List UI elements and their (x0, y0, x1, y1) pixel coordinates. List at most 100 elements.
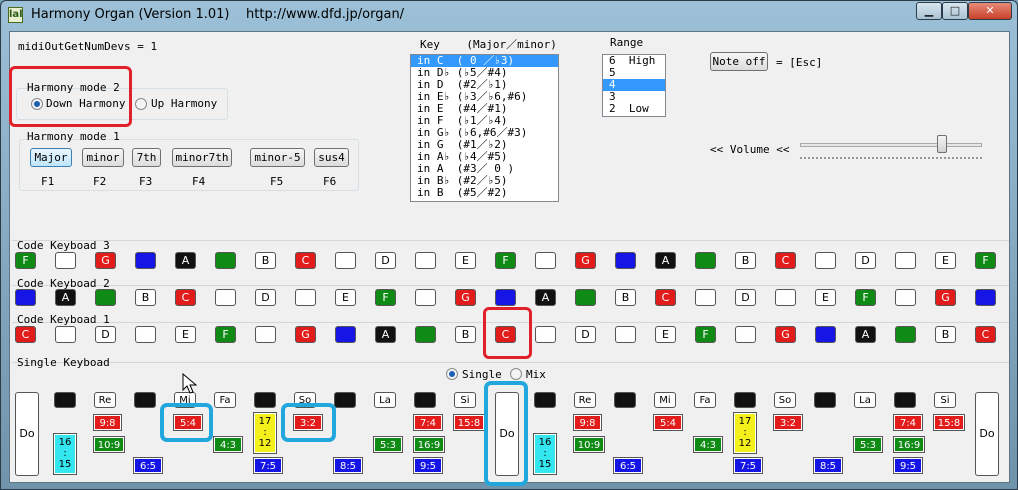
ratio-label[interactable]: 10:9 (573, 436, 605, 453)
code-key[interactable]: A (375, 326, 396, 343)
code-key[interactable]: D (575, 326, 596, 343)
code-key[interactable]: G (295, 326, 316, 343)
code-key[interactable]: B (935, 326, 956, 343)
ratio-label[interactable]: 16 : 15 (533, 433, 557, 475)
ratio-label[interactable]: 7:4 (893, 414, 923, 431)
black-key[interactable] (534, 392, 556, 408)
ratio-label[interactable]: 5:3 (853, 436, 883, 453)
code-key[interactable] (695, 289, 716, 306)
ratio-label[interactable]: 3:2 (773, 414, 803, 431)
minor-button[interactable]: minor (82, 148, 124, 167)
code-key[interactable] (495, 289, 516, 306)
code-key[interactable] (975, 289, 996, 306)
ratio-label[interactable]: 15:8 (933, 414, 965, 431)
mix-mode-radio[interactable] (510, 368, 522, 380)
minor7th-button[interactable]: minor7th (172, 148, 232, 167)
code-key[interactable] (215, 252, 236, 269)
code-key[interactable] (135, 326, 156, 343)
ratio-label[interactable]: 8:5 (813, 457, 843, 474)
code-key[interactable] (535, 326, 556, 343)
ratio-label[interactable]: 9:8 (93, 414, 122, 431)
black-key[interactable] (894, 392, 916, 408)
ratio-label[interactable]: 8:5 (333, 457, 363, 474)
code-key[interactable]: D (735, 289, 756, 306)
code-key[interactable]: F (855, 289, 876, 306)
code-key[interactable]: F (695, 326, 716, 343)
up-harmony-label[interactable]: Up Harmony (151, 97, 217, 110)
minor-5-button[interactable]: minor-5 (250, 148, 305, 167)
big-do-key[interactable]: Do (975, 392, 999, 476)
key-listbox[interactable]: in C ( 0 ／♭3) in D♭ (♭5／#4) in D (#2／♭1) in… (410, 54, 559, 202)
white-key[interactable]: Si (934, 392, 956, 408)
code-key[interactable]: D (95, 326, 116, 343)
code-key[interactable] (295, 289, 316, 306)
ratio-label[interactable]: 15:8 (453, 414, 485, 431)
ratio-label[interactable]: 6:5 (613, 457, 643, 474)
code-key[interactable]: C (775, 252, 796, 269)
ratio-label[interactable]: 6:5 (133, 457, 163, 474)
code-key[interactable] (415, 289, 436, 306)
code-key[interactable] (735, 326, 756, 343)
close-button[interactable]: ✕ (968, 2, 1012, 20)
code-key[interactable]: G (935, 289, 956, 306)
code-key[interactable] (95, 289, 116, 306)
code-key[interactable]: D (855, 252, 876, 269)
white-key[interactable]: La (374, 392, 396, 408)
black-key[interactable] (414, 392, 436, 408)
code-key[interactable] (695, 252, 716, 269)
major-button[interactable]: Major (30, 148, 72, 167)
code-key[interactable] (215, 289, 236, 306)
code-key[interactable] (15, 289, 36, 306)
code-key[interactable] (55, 252, 76, 269)
code-key[interactable]: A (855, 326, 876, 343)
code-key[interactable]: A (535, 289, 556, 306)
code-key[interactable]: G (95, 252, 116, 269)
code-key[interactable] (335, 326, 356, 343)
code-key[interactable] (255, 326, 276, 343)
code-key[interactable] (615, 326, 636, 343)
ratio-label[interactable]: 17 : 12 (253, 412, 277, 454)
black-key[interactable] (134, 392, 156, 408)
code-key[interactable]: B (615, 289, 636, 306)
up-harmony-radio[interactable] (135, 98, 147, 110)
code-key[interactable] (895, 326, 916, 343)
code-key[interactable]: D (255, 289, 276, 306)
code-key[interactable]: G (775, 326, 796, 343)
single-mode-radio[interactable] (446, 368, 458, 380)
white-key[interactable]: La (854, 392, 876, 408)
white-key[interactable]: Fa (214, 392, 236, 408)
ratio-label[interactable]: 7:4 (413, 414, 443, 431)
volume-slider-track[interactable] (800, 143, 982, 147)
code-key[interactable] (615, 252, 636, 269)
code-key[interactable] (415, 326, 436, 343)
code-key[interactable] (895, 289, 916, 306)
code-key[interactable]: A (175, 252, 196, 269)
code-key[interactable]: G (455, 289, 476, 306)
code-key[interactable] (415, 252, 436, 269)
mix-mode-label[interactable]: Mix (526, 368, 546, 381)
code-key[interactable]: E (935, 252, 956, 269)
ratio-label[interactable]: 9:8 (573, 414, 602, 431)
code-key[interactable]: F (375, 289, 396, 306)
note-off-button[interactable]: Note off (710, 52, 768, 71)
black-key[interactable] (814, 392, 836, 408)
white-key[interactable]: So (774, 392, 796, 408)
code-key[interactable]: E (655, 326, 676, 343)
black-key[interactable] (614, 392, 636, 408)
code-key[interactable]: F (215, 326, 236, 343)
big-do-key[interactable]: Do (15, 392, 39, 476)
code-key[interactable] (775, 289, 796, 306)
ratio-label[interactable]: 9:5 (893, 457, 923, 474)
code-key[interactable]: E (175, 326, 196, 343)
title-bar[interactable]: lal Harmony Organ (Version 1.01) http://… (1, 1, 1017, 29)
code-key[interactable] (815, 326, 836, 343)
black-key[interactable] (254, 392, 276, 408)
minimize-button[interactable]: ▁ (916, 2, 942, 20)
black-key[interactable] (54, 392, 76, 408)
ratio-label[interactable]: 17 : 12 (733, 412, 757, 454)
ratio-label[interactable]: 10:9 (93, 436, 125, 453)
code-key[interactable] (535, 252, 556, 269)
code-key[interactable] (815, 252, 836, 269)
code-key[interactable]: F (975, 252, 996, 269)
code-key[interactable]: C (15, 326, 36, 343)
